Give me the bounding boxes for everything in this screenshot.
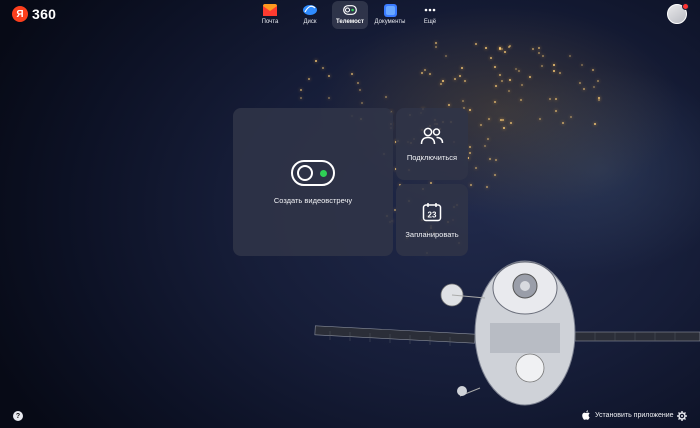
notification-dot (682, 3, 689, 10)
nav-label-mail: Почта (261, 19, 279, 25)
logo-text: 360 (32, 6, 57, 22)
nav-label-more: Ещё (423, 19, 437, 25)
yandex-logo-icon: Я (12, 6, 28, 22)
calendar-day: 23 (428, 210, 437, 219)
schedule-meeting-button[interactable]: 23 Запланировать (396, 184, 468, 256)
schedule-meeting-label: Запланировать (405, 229, 459, 239)
camera-toggle-icon (291, 159, 335, 186)
gear-icon (676, 410, 687, 421)
create-meeting-label: Создать видеовстречу (273, 195, 353, 205)
nav-item-mail[interactable]: Почта (252, 1, 288, 29)
install-app-label: Установить приложение (595, 411, 674, 419)
nav-label-documents: Документы (374, 19, 406, 25)
nav-item-disk[interactable]: Диск (292, 1, 328, 29)
join-meeting-label: Подключиться (406, 152, 458, 162)
nav-label-disk: Диск (303, 19, 317, 25)
help-button[interactable]: ? (13, 411, 23, 421)
settings-button[interactable] (676, 410, 687, 421)
nav-item-telemost[interactable]: Телемост (332, 1, 368, 29)
nav-label-telemost: Телемост (336, 19, 364, 25)
documents-icon (383, 3, 397, 17)
services-nav: Почта Диск Телемост Документы Ещё (252, 1, 448, 29)
nav-item-documents[interactable]: Документы (372, 1, 408, 29)
mail-icon (263, 3, 277, 17)
join-meeting-button[interactable]: Подключиться (396, 108, 468, 180)
nav-item-more[interactable]: Ещё (412, 1, 448, 29)
calendar-icon: 23 (422, 202, 442, 221)
avatar[interactable] (667, 3, 689, 24)
disk-icon (303, 3, 317, 17)
people-icon (420, 127, 444, 144)
telemost-icon (343, 3, 357, 17)
install-app-button[interactable]: Установить приложение (578, 407, 678, 423)
more-icon (423, 3, 437, 17)
create-meeting-button[interactable]: Создать видеовстречу (233, 108, 393, 256)
apple-icon (582, 410, 590, 420)
yandex-360-logo[interactable]: Я 360 (12, 6, 56, 22)
satellite-image (314, 260, 700, 406)
